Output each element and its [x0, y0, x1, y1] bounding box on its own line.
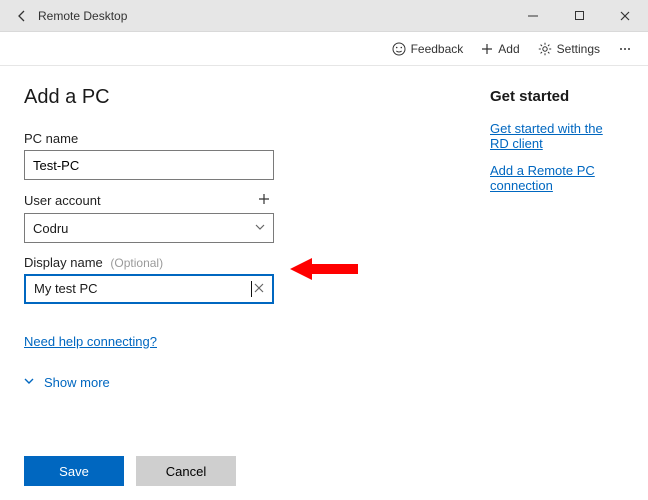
main-form: Add a PC PC name User account Codru: [24, 84, 314, 500]
save-button[interactable]: Save: [24, 456, 124, 486]
footer-buttons: Save Cancel: [24, 456, 236, 486]
chevron-down-icon: [24, 376, 34, 389]
back-button[interactable]: [6, 0, 38, 32]
show-more-label: Show more: [44, 375, 110, 390]
add-label: Add: [498, 42, 519, 56]
minimize-button[interactable]: [510, 0, 556, 32]
close-icon: [254, 283, 264, 293]
display-name-value: My test PC: [34, 281, 252, 297]
window-titlebar: Remote Desktop: [0, 0, 648, 32]
window-title: Remote Desktop: [38, 9, 127, 23]
add-button[interactable]: Add: [475, 38, 525, 60]
rail-heading: Get started: [490, 88, 624, 105]
feedback-icon: [392, 42, 406, 56]
pc-name-input[interactable]: [24, 150, 274, 180]
settings-label: Settings: [557, 42, 600, 56]
chevron-down-icon: [255, 222, 265, 235]
rail-link-rd-client[interactable]: Get started with the RD client: [490, 121, 624, 151]
cancel-button[interactable]: Cancel: [136, 456, 236, 486]
user-account-select[interactable]: Codru: [24, 213, 274, 243]
user-account-value: Codru: [33, 221, 68, 236]
rail-link-add-pc[interactable]: Add a Remote PC connection: [490, 163, 624, 193]
show-more-toggle[interactable]: Show more: [24, 375, 314, 390]
settings-button[interactable]: Settings: [532, 38, 606, 60]
feedback-button[interactable]: Feedback: [386, 38, 470, 60]
display-name-label: Display name: [24, 255, 103, 270]
gear-icon: [538, 42, 552, 56]
clear-button[interactable]: [252, 282, 266, 296]
add-user-account-button[interactable]: [258, 192, 274, 209]
plus-icon: [481, 43, 493, 55]
display-name-input[interactable]: My test PC: [24, 274, 274, 304]
plus-icon: [258, 193, 270, 205]
close-button[interactable]: [602, 0, 648, 32]
user-account-label: User account: [24, 193, 101, 208]
app-toolbar: Feedback Add Settings: [0, 32, 648, 66]
side-rail: Get started Get started with the RD clie…: [344, 84, 624, 500]
display-name-optional: (Optional): [110, 256, 163, 270]
page-title: Add a PC: [24, 86, 314, 109]
feedback-label: Feedback: [411, 42, 464, 56]
help-connecting-link[interactable]: Need help connecting?: [24, 334, 157, 349]
pc-name-label: PC name: [24, 131, 78, 146]
ellipsis-icon: [618, 42, 632, 56]
more-button[interactable]: [612, 38, 638, 60]
maximize-button[interactable]: [556, 0, 602, 32]
